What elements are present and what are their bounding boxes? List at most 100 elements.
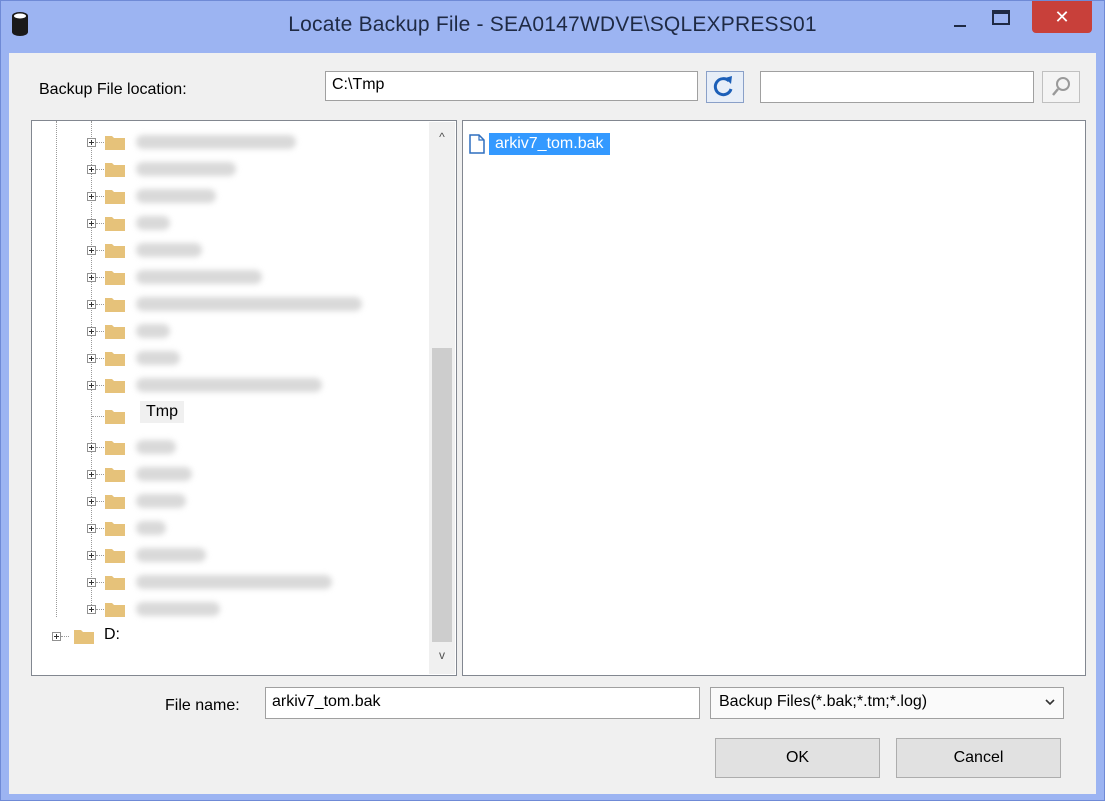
blurred-folder-name <box>136 297 362 311</box>
folder-tree[interactable]: Tmp D: ^ v <box>31 120 457 676</box>
folder-icon <box>105 441 125 455</box>
backup-location-label: Backup File location: <box>39 81 187 98</box>
folder-icon <box>105 217 125 231</box>
folder-icon <box>105 190 125 204</box>
blurred-folder-name <box>136 602 220 616</box>
scroll-thumb[interactable] <box>432 348 452 642</box>
tree-node[interactable] <box>32 129 432 155</box>
tree-line <box>96 250 104 251</box>
expand-icon[interactable] <box>87 381 96 390</box>
tree-node[interactable] <box>32 461 432 487</box>
tree-line <box>96 447 104 448</box>
folder-icon <box>105 468 125 482</box>
blurred-folder-name <box>136 216 170 230</box>
blurred-folder-name <box>136 243 202 257</box>
folder-icon <box>105 352 125 366</box>
expand-icon[interactable] <box>87 192 96 201</box>
expand-icon[interactable] <box>87 165 96 174</box>
expand-icon[interactable] <box>87 354 96 363</box>
expand-icon[interactable] <box>87 300 96 309</box>
scroll-down-icon[interactable]: v <box>429 648 455 668</box>
tree-node[interactable] <box>32 210 432 236</box>
minimize-icon[interactable] <box>951 13 971 33</box>
file-type-select[interactable]: Backup Files(*.bak;*.tm;*.log) <box>710 687 1064 719</box>
expand-icon[interactable] <box>87 443 96 452</box>
folder-icon <box>105 244 125 258</box>
expand-icon[interactable] <box>87 327 96 336</box>
folder-icon <box>105 163 125 177</box>
file-name-input[interactable]: arkiv7_tom.bak <box>265 687 700 719</box>
tree-node[interactable] <box>32 515 432 541</box>
tree-line <box>96 528 104 529</box>
tree-line <box>96 223 104 224</box>
folder-icon <box>105 410 125 424</box>
expand-icon[interactable] <box>87 524 96 533</box>
expand-icon[interactable] <box>87 470 96 479</box>
tree-node[interactable] <box>32 488 432 514</box>
expand-icon[interactable] <box>87 578 96 587</box>
search-button[interactable] <box>1042 71 1080 103</box>
filter-input[interactable] <box>760 71 1034 103</box>
tree-node[interactable] <box>32 542 432 568</box>
tree-node-tmp[interactable] <box>32 403 432 429</box>
close-icon[interactable]: ✕ <box>1032 1 1092 33</box>
expand-icon[interactable] <box>87 273 96 282</box>
tree-node[interactable] <box>32 434 432 460</box>
tree-line <box>96 169 104 170</box>
expand-icon[interactable] <box>87 497 96 506</box>
tree-scrollbar[interactable]: ^ v <box>429 122 455 674</box>
expand-icon[interactable] <box>87 605 96 614</box>
title-bar[interactable]: Locate Backup File - SEA0147WDVE\SQLEXPR… <box>1 1 1104 53</box>
tree-node[interactable] <box>32 596 432 622</box>
tree-node[interactable] <box>32 237 432 263</box>
expand-icon[interactable] <box>87 138 96 147</box>
tree-node[interactable] <box>32 156 432 182</box>
blurred-folder-name <box>136 378 322 392</box>
refresh-icon <box>713 76 733 97</box>
tree-line <box>96 385 104 386</box>
selected-folder-label[interactable]: Tmp <box>140 401 184 423</box>
blurred-folder-name <box>136 162 236 176</box>
expand-icon[interactable] <box>87 246 96 255</box>
blurred-folder-name <box>136 575 332 589</box>
folder-icon <box>105 603 125 617</box>
tree-node[interactable] <box>32 372 432 398</box>
chevron-down-icon <box>1045 699 1055 706</box>
blurred-folder-name <box>136 494 186 508</box>
tree-line <box>96 474 104 475</box>
maximize-icon[interactable] <box>989 7 1013 29</box>
expand-icon[interactable] <box>87 551 96 560</box>
cancel-button[interactable]: Cancel <box>896 738 1061 778</box>
folder-icon <box>105 298 125 312</box>
folder-icon <box>105 576 125 590</box>
blurred-folder-name <box>136 270 262 284</box>
blurred-folder-name <box>136 324 170 338</box>
blurred-folder-name <box>136 548 206 562</box>
file-name-label: File name: <box>165 697 240 714</box>
dialog-body: Backup File location: C:\Tmp Tmp D: ^ v … <box>9 53 1096 794</box>
file-name-label: arkiv7_tom.bak <box>489 133 610 155</box>
dialog-window: Locate Backup File - SEA0147WDVE\SQLEXPR… <box>0 0 1105 801</box>
tree-node[interactable] <box>32 318 432 344</box>
tree-node[interactable] <box>32 183 432 209</box>
blurred-folder-name <box>136 467 192 481</box>
tree-line <box>61 636 69 637</box>
tree-node-drive-d[interactable]: D: <box>32 623 432 649</box>
folder-icon <box>105 136 125 150</box>
file-list[interactable]: arkiv7_tom.bak <box>462 120 1086 676</box>
tree-node[interactable] <box>32 345 432 371</box>
expand-icon[interactable] <box>87 219 96 228</box>
ok-button[interactable]: OK <box>715 738 880 778</box>
refresh-button[interactable] <box>706 71 744 103</box>
scroll-up-icon[interactable]: ^ <box>429 130 455 150</box>
backup-location-input[interactable]: C:\Tmp <box>325 71 698 101</box>
blurred-folder-name <box>136 440 176 454</box>
folder-icon <box>105 495 125 509</box>
tree-node[interactable] <box>32 569 432 595</box>
blurred-folder-name <box>136 189 216 203</box>
tree-node[interactable] <box>32 291 432 317</box>
file-type-value: Backup Files(*.bak;*.tm;*.log) <box>719 693 928 710</box>
expand-icon[interactable] <box>52 632 61 641</box>
search-icon <box>1052 77 1070 96</box>
tree-node[interactable] <box>32 264 432 290</box>
